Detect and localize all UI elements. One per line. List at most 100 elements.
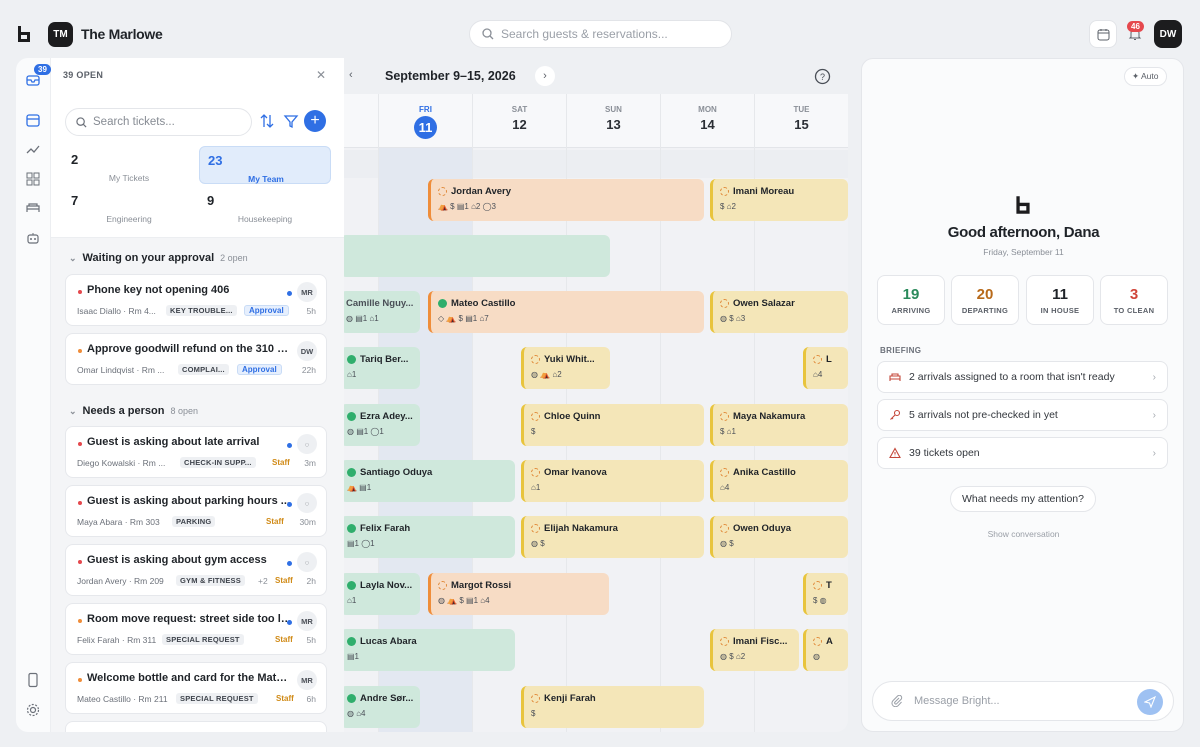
reservation-block[interactable] xyxy=(344,235,610,277)
reservation-block[interactable]: Chloe Quinn $ xyxy=(521,404,704,446)
section-count: 2 open xyxy=(220,253,248,263)
reservation-block[interactable]: T $ ◍ xyxy=(803,573,848,615)
ticket-card[interactable]: Welcome bottle and card for the Mateo ..… xyxy=(65,662,327,714)
ticket-card[interactable] xyxy=(65,721,327,732)
send-button[interactable] xyxy=(1137,689,1163,715)
section-waiting-approval[interactable]: ⌄ Waiting on your approval 2 open xyxy=(69,252,248,264)
reservation-block[interactable]: Ezra Adey... ◍ ▤1 ◯1 xyxy=(344,404,420,446)
reservation-block[interactable]: Tariq Ber... ⌂1 xyxy=(344,347,420,389)
reservation-block[interactable]: Layla Nov... ⌂1 xyxy=(344,573,420,615)
reservation-block[interactable]: Elijah Nakamura ◍ $ xyxy=(521,516,704,558)
reservation-block[interactable]: Santiago Oduya ⛺ ▤1 xyxy=(344,460,515,502)
kpi-arriving[interactable]: 19 ARRIVING xyxy=(877,275,945,325)
reservation-block[interactable]: Yuki Whit... ◍ ⛺ ⌂2 xyxy=(521,347,610,389)
reservation-block[interactable]: Felix Farah ▤1 ◯1 xyxy=(344,516,515,558)
reservation-block[interactable]: L ⌂4 xyxy=(803,347,848,389)
tickets-header: 39 OPEN ✕ Search tickets... + 2 My Ticket… xyxy=(51,58,344,238)
bed-icon xyxy=(889,373,901,381)
chevron-left-icon[interactable]: ‹ xyxy=(349,69,353,81)
add-ticket-button[interactable]: + xyxy=(304,110,326,132)
stat-engineering[interactable]: 7 Engineering xyxy=(63,187,195,225)
paperclip-icon[interactable] xyxy=(891,695,903,707)
ticket-category-tag: SPECIAL REQUEST xyxy=(176,693,258,704)
kpi-to-clean[interactable]: 3 TO CLEAN xyxy=(1100,275,1168,325)
settings-gear-icon[interactable] xyxy=(25,702,41,718)
briefing-item[interactable]: 2 arrivals assigned to a room that isn't… xyxy=(877,361,1168,393)
day-header[interactable]: TUE 15 xyxy=(754,94,848,148)
chevron-right-icon[interactable]: › xyxy=(535,66,555,86)
reservation-block[interactable]: Imani Moreau $ ⌂2 xyxy=(710,179,848,221)
reservation-block[interactable]: Mateo Castillo ◇ ⛺ $ ▤1 ⌂7 xyxy=(428,291,704,333)
stat-my-tickets[interactable]: 2 My Tickets xyxy=(63,146,195,184)
priority-dot xyxy=(78,619,82,623)
ticket-search-input[interactable]: Search tickets... xyxy=(65,108,252,136)
reservation-block[interactable]: Anika Castillo ⌂4 xyxy=(710,460,848,502)
briefing-item[interactable]: 5 arrivals not pre-checked in yet › xyxy=(877,399,1168,431)
guest-name: Elijah Nakamura xyxy=(544,523,618,534)
ticket-card[interactable]: Room move request: street side too loud … xyxy=(65,603,327,655)
reservation-flags: ⌂4 xyxy=(813,370,823,379)
ticket-card[interactable]: Guest is asking about gym access ◌ Jorda… xyxy=(65,544,327,596)
close-icon[interactable]: ✕ xyxy=(316,68,326,82)
briefing-item[interactable]: 39 tickets open › xyxy=(877,437,1168,469)
ticket-guest: Isaac Diallo · Rm 4... xyxy=(77,306,156,316)
bot-icon[interactable] xyxy=(25,230,41,246)
approval-badge[interactable]: Approval xyxy=(244,305,289,316)
guest-name: Mateo Castillo xyxy=(451,298,516,309)
reservation-block[interactable]: Lucas Abara ▤1 xyxy=(344,629,515,671)
help-icon[interactable]: ? xyxy=(814,68,831,85)
filter-icon[interactable] xyxy=(281,111,301,131)
approval-badge[interactable]: Approval xyxy=(237,364,282,375)
user-avatar[interactable]: DW xyxy=(1154,20,1182,48)
priority-dot xyxy=(78,560,82,564)
calendar-button[interactable] xyxy=(1089,20,1117,48)
chevron-right-icon: › xyxy=(1152,447,1156,459)
hotel-avatar[interactable]: TM xyxy=(48,22,73,47)
stat-value: 2 xyxy=(71,152,79,167)
assignee-avatar: MR xyxy=(297,282,317,302)
day-header[interactable]: MON 14 xyxy=(660,94,754,148)
reservation-block[interactable]: Owen Salazar ◍ $ ⌂3 xyxy=(710,291,848,333)
reservation-block[interactable]: Kenji Farah $ xyxy=(521,686,704,728)
reservation-block[interactable]: Margot Rossi ◍ ⛺ $ ▤1 ⌂4 xyxy=(428,573,609,615)
day-header[interactable]: FRI 11 xyxy=(378,94,472,148)
extra-tags-count: +2 xyxy=(258,576,268,586)
sort-icon[interactable] xyxy=(257,111,277,131)
day-header[interactable]: SUN 13 xyxy=(566,94,660,148)
reservation-block[interactable]: Camille Nguy... ◍ ▤1 ⌂1 xyxy=(344,291,420,333)
message-input[interactable]: Message Bright... xyxy=(872,681,1174,721)
ticket-guest: Omar Lindqvist · Rm ... xyxy=(77,365,165,375)
kpi-in-house[interactable]: 11 IN HOUSE xyxy=(1026,275,1094,325)
mode-toggle[interactable]: ✦ Auto xyxy=(1124,67,1167,86)
stat-my-team[interactable]: 23 My Team xyxy=(199,146,331,184)
reservation-block[interactable]: Omar Ivanova ⌂1 xyxy=(521,460,704,502)
ticket-card[interactable]: Phone key not opening 406 MR Isaac Diall… xyxy=(65,274,327,326)
reservation-block[interactable]: Jordan Avery ⛺ $ ▤1 ⌂2 ◯3 xyxy=(428,179,704,221)
suggested-prompt-button[interactable]: What needs my attention? xyxy=(950,486,1096,512)
pending-status-icon xyxy=(720,299,729,308)
reservation-block[interactable]: A ◍ xyxy=(803,629,848,671)
calendar-nav-icon[interactable] xyxy=(25,112,41,128)
reservation-block[interactable]: Maya Nakamura $ ⌂1 xyxy=(710,404,848,446)
ticket-card[interactable]: Guest is asking about late arrival ◌ Die… xyxy=(65,426,327,478)
reservation-block[interactable]: Owen Oduya ◍ $ xyxy=(710,516,848,558)
day-header[interactable]: SAT 12 xyxy=(472,94,566,148)
reservation-block[interactable]: Andre Sør... ◍ ⌂4 xyxy=(344,686,420,728)
trend-icon[interactable] xyxy=(25,141,41,157)
show-conversation-link[interactable]: Show conversation xyxy=(862,529,1185,539)
bed-icon[interactable] xyxy=(25,200,41,216)
grid-icon[interactable] xyxy=(25,171,41,187)
section-needs-person[interactable]: ⌄ Needs a person 8 open xyxy=(69,405,198,417)
kpi-departing[interactable]: 20 DEPARTING xyxy=(951,275,1019,325)
stat-label: Engineering xyxy=(106,214,152,224)
reservation-block[interactable]: Imani Fisc... ◍ $ ⌂2 xyxy=(710,629,799,671)
ticket-category-tag: KEY TROUBLE... xyxy=(166,305,237,316)
nav-rail xyxy=(16,58,51,732)
pending-status-icon xyxy=(813,581,822,590)
stat-housekeeping[interactable]: 9 Housekeeping xyxy=(199,187,331,225)
guest-name: Layla Nov... xyxy=(360,580,413,591)
ticket-card[interactable]: Approve goodwill refund on the 310 noise… xyxy=(65,333,327,385)
ticket-card[interactable]: Guest is asking about parking hours ... … xyxy=(65,485,327,537)
global-search-input[interactable]: Search guests & reservations... xyxy=(469,20,732,48)
mobile-icon[interactable] xyxy=(25,672,41,688)
